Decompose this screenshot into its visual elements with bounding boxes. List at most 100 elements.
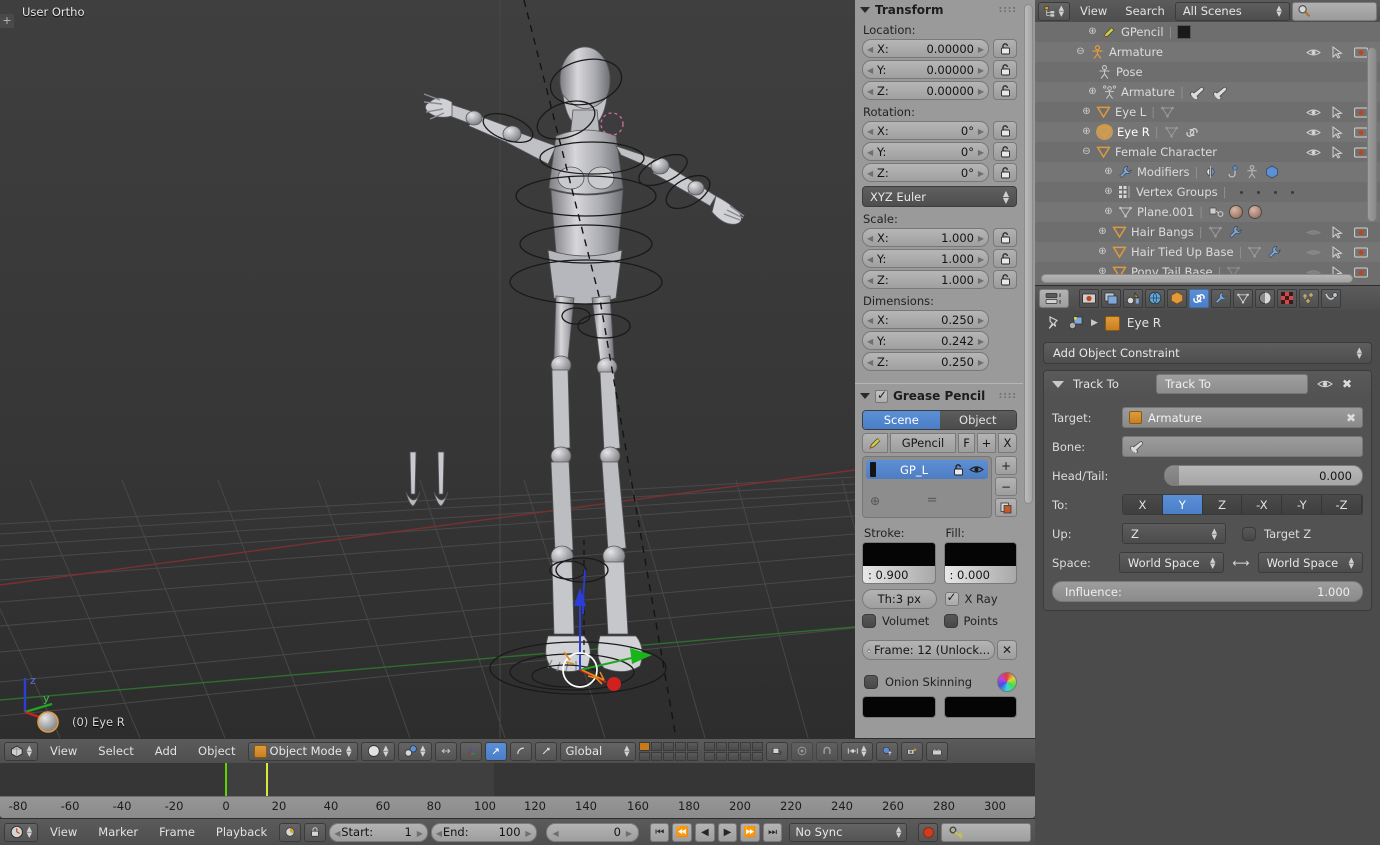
gp-layer-add-small-icon[interactable]: ⊕ (870, 494, 880, 508)
eye-icon[interactable] (1306, 47, 1321, 58)
location-y-row[interactable]: ◀ Y: 0.00000 ▶ (855, 60, 1023, 81)
properties-tab-constraints[interactable] (1189, 288, 1209, 308)
outliner-row-toggles[interactable] (1306, 145, 1372, 159)
constraint-up-dropdown[interactable]: Z ▲ ▼ (1122, 523, 1226, 544)
layer-button[interactable] (703, 741, 715, 751)
color-wheel-icon[interactable] (997, 672, 1017, 692)
properties-tab-physics[interactable] (1321, 288, 1341, 308)
decrement-arrow-icon[interactable]: ◀ (867, 276, 873, 285)
layer-button[interactable] (727, 751, 739, 761)
gp-layer-side-buttons[interactable]: + − (995, 456, 1017, 518)
scale-z-field[interactable]: ◀ Z: 1.000 ▶ (862, 270, 989, 289)
outliner-vertical-scrollbar[interactable] (1367, 47, 1377, 222)
scale-x-row[interactable]: ◀ X: 1.000 ▶ (855, 228, 1023, 249)
rotation-y-lock-button[interactable] (993, 142, 1017, 161)
frame-end-field[interactable]: ◀ End: 100 ▶ (430, 822, 537, 842)
wrench-icon[interactable] (1267, 245, 1282, 259)
gp-color-swatches[interactable]: : 0.900 : 0.000 (855, 542, 1023, 584)
outliner-row-hair-bangs[interactable]: ⊕ Hair Bangs | (1035, 222, 1380, 242)
properties-tab-object-data[interactable] (1233, 288, 1253, 308)
outliner-row-eye-r[interactable]: ⊕ Eye R | (1035, 122, 1380, 142)
gp-onion-after-preview[interactable] (944, 697, 1016, 717)
decrement-arrow-icon[interactable]: ◀ (867, 66, 873, 75)
manipulator-scale-button[interactable] (534, 741, 557, 761)
bone-icon[interactable] (1212, 86, 1229, 99)
viewport-shading-dropdown[interactable]: ▲ ▼ (360, 741, 395, 761)
pivot-point-dropdown[interactable]: ▲ ▼ (397, 741, 432, 761)
decrement-arrow-icon[interactable]: ◀ (867, 358, 873, 367)
increment-arrow-icon[interactable]: ▶ (978, 316, 984, 325)
gp-tab-object[interactable]: Object (939, 411, 1016, 429)
timeline-header[interactable]: ▲ ▼ View Marker Frame Playback ◀ Start: 1… (0, 818, 1035, 845)
constraint-name-field[interactable]: Track To (1156, 374, 1308, 394)
decrement-arrow-icon[interactable]: ◀ (334, 829, 340, 838)
gp-onion-before-preview[interactable] (863, 697, 935, 717)
increment-arrow-icon[interactable]: ▶ (978, 169, 984, 178)
constraint-panel-header[interactable]: Track To Track To ✖ (1044, 371, 1371, 397)
decrement-arrow-icon[interactable]: ◀ (867, 148, 873, 157)
rotation-z-row[interactable]: ◀ Z: 0° ▶ (855, 163, 1023, 184)
decrement-arrow-icon[interactable]: ◀ (436, 829, 442, 838)
layer-button[interactable] (662, 751, 674, 761)
properties-tab-texture[interactable] (1277, 288, 1297, 308)
outliner-row-armature[interactable]: ⊖ Armature (1035, 42, 1380, 62)
mesh-data-icon[interactable] (1208, 225, 1223, 239)
play-reverse-button[interactable]: ◀ (695, 822, 715, 842)
decrement-arrow-icon[interactable]: ◀ (867, 127, 873, 136)
manipulator-translate-button[interactable] (484, 741, 507, 761)
layer-button[interactable] (751, 741, 763, 751)
constraint-target-row[interactable]: Target: Armature ✖ (1044, 397, 1371, 432)
bone-icon[interactable] (1189, 86, 1206, 99)
decrement-arrow-icon[interactable]: ◀ (867, 316, 873, 325)
outliner-horizontal-scrollbar[interactable] (1041, 274, 1353, 283)
layer-button[interactable] (739, 751, 751, 761)
grease-pencil-enable-checkbox[interactable] (875, 388, 888, 403)
gp-stroke-alpha[interactable]: : 0.900 (863, 566, 935, 583)
camera-render-icon[interactable] (1354, 266, 1368, 278)
collapse-toggle-icon[interactable]: ⊖ (1081, 146, 1092, 158)
scale-z-row[interactable]: ◀ Z: 1.000 ▶ (855, 270, 1023, 291)
gp-points-checkbox[interactable] (943, 614, 958, 628)
use-preview-range-button[interactable] (279, 822, 302, 842)
eye-icon[interactable] (1317, 378, 1333, 390)
viewport-header[interactable]: ▲ ▼ View Select Add Object Object Mode ▲ ▼… (0, 738, 1035, 763)
gp-frame-field[interactable]: Frame: 12 (Unlock... (862, 640, 995, 660)
camera-render-icon[interactable] (1354, 126, 1368, 138)
camera-render-icon[interactable] (1354, 246, 1368, 258)
gp-tab-scene[interactable]: Scene (863, 411, 940, 429)
gp-volumetric-toggle[interactable]: Volumet (862, 614, 936, 628)
delete-constraint-button[interactable]: ✖ (1342, 377, 1352, 391)
increment-arrow-icon[interactable]: ▶ (978, 234, 984, 243)
current-frame-field[interactable]: ◀ 0 ▶ (545, 822, 639, 842)
proportional-edit-dropdown[interactable]: ▲ ▼ (840, 741, 873, 761)
gp-onion-color-swatches[interactable] (855, 692, 1023, 718)
cursor-arrow-icon[interactable] (1332, 125, 1343, 139)
constraint-headtail-row[interactable]: Head/Tail: 0.000 (1044, 461, 1371, 490)
increment-arrow-icon[interactable]: ▶ (978, 45, 984, 54)
snap-target-button[interactable] (875, 741, 898, 761)
grease-pencil-panel-header[interactable]: Grease Pencil :::: (855, 383, 1023, 406)
location-z-field[interactable]: ◀ Z: 0.00000 ▶ (862, 81, 989, 100)
expand-toggle-icon[interactable]: ⊕ (1097, 226, 1108, 238)
layer-button[interactable] (638, 751, 650, 761)
constraint-to-axis-group[interactable]: X Y Z -X -Y -Z (1122, 494, 1363, 515)
swap-arrows-icon[interactable]: ⟷ (1232, 556, 1249, 570)
layer-button[interactable] (703, 751, 715, 761)
outliner-row-eye-l[interactable]: ⊕ Eye L | (1035, 102, 1380, 122)
increment-arrow-icon[interactable]: ▶ (978, 337, 984, 346)
constraint-target-field[interactable]: Armature ✖ (1122, 407, 1363, 428)
increment-arrow-icon[interactable]: ▶ (978, 276, 984, 285)
eye-icon[interactable] (1306, 107, 1321, 118)
jump-to-next-keyframe-button[interactable]: ⏩ (740, 822, 760, 842)
gp-onion-skinning-row[interactable]: Onion Skinning (864, 672, 1017, 692)
keying-set-field[interactable] (940, 822, 1031, 842)
constraint-panel-track-to[interactable]: Track To Track To ✖ Target: Armature ✖ B… (1043, 370, 1372, 611)
outliner-row-toggles[interactable] (1306, 105, 1372, 119)
camera-render-icon[interactable] (1354, 146, 1368, 158)
cursor-arrow-icon[interactable] (1332, 245, 1343, 259)
expand-toggle-icon[interactable]: ⊕ (1087, 86, 1098, 98)
gp-frame-row[interactable]: Frame: 12 (Unlock... ✕ (862, 640, 1017, 660)
increment-arrow-icon[interactable]: ▶ (417, 829, 423, 838)
collapse-triangle-icon[interactable] (1052, 380, 1064, 388)
gp-xray-checkbox[interactable] (944, 590, 959, 606)
